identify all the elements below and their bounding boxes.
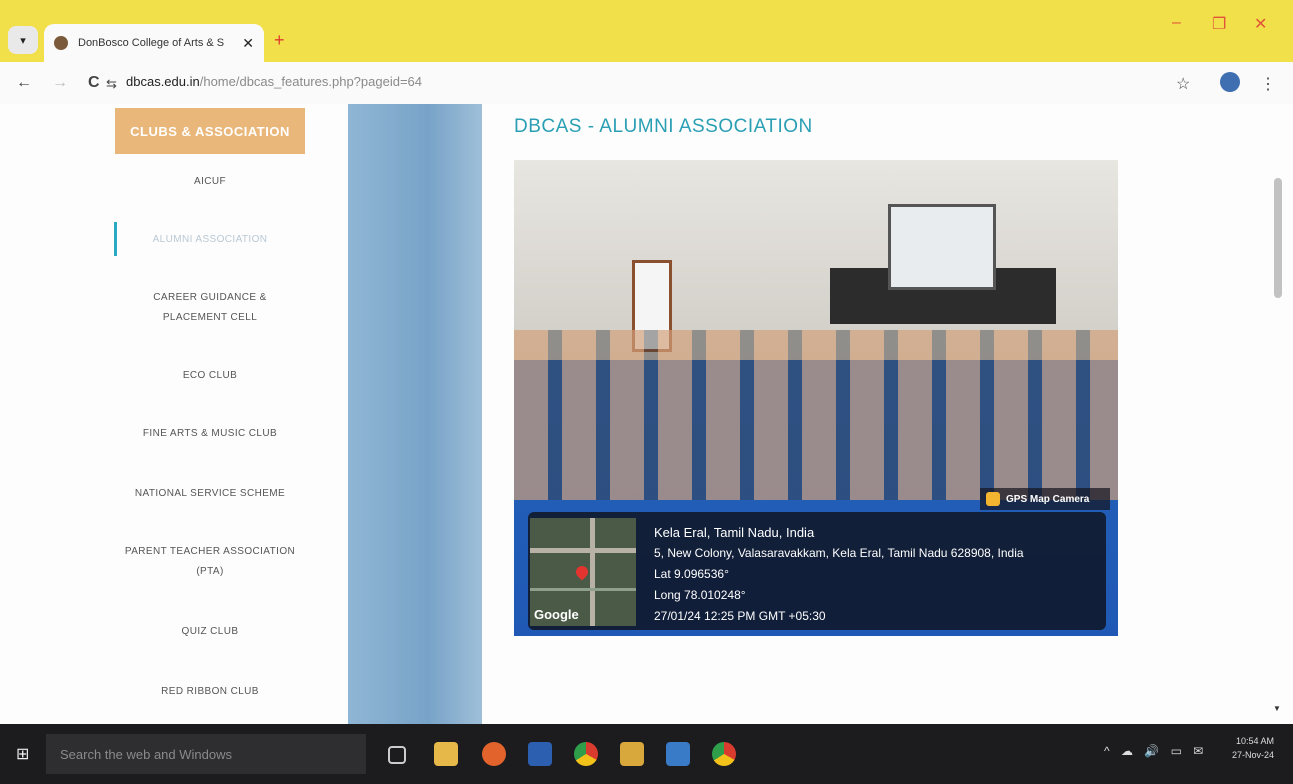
web-page: CLUBS & ASSOCIATION AICUF ALUMNI ASSOCIA…: [0, 104, 1293, 724]
map-road: [530, 548, 636, 553]
sidebar-item-pta[interactable]: PARENT TEACHER ASSOCIATION (PTA): [100, 542, 320, 582]
map-road: [590, 518, 595, 626]
geotag-longitude: Long 78.010248°: [654, 588, 746, 602]
sidebar-item-label: AICUF: [194, 176, 226, 187]
sidebar-item-label: ECO CLUB: [182, 370, 238, 381]
firefox-icon[interactable]: [482, 742, 506, 766]
chevron-down-icon: ▾: [20, 34, 26, 47]
clock-time: 10:54 AM: [1235, 736, 1274, 746]
sidebar-item-label: ALUMNI ASSOCIATION: [152, 234, 268, 245]
minimize-button[interactable]: –: [1172, 14, 1181, 32]
google-map-label: Google: [534, 607, 579, 622]
sidebar-item-label: CAREER GUIDANCE &: [153, 292, 267, 303]
tab-title: DonBosco College of Arts & S: [78, 37, 225, 49]
outlook-icon[interactable]: [666, 742, 690, 766]
gps-camera-badge: GPS Map Camera: [980, 488, 1110, 510]
sidebar-item-eco-club[interactable]: ECO CLUB: [100, 366, 320, 386]
geotag-text: Kela Eral, Tamil Nadu, India 5, New Colo…: [654, 522, 1024, 627]
sidebar-item-label: RED RIBBON CLUB: [161, 686, 259, 697]
geotag-address: 5, New Colony, Valasaravakkam, Kela Eral…: [654, 546, 1024, 560]
browser-title-bar: ▾ DonBosco College of Arts & S ✕ + – ❐ ✕: [0, 0, 1293, 62]
geotag-latitude: Lat 9.096536°: [654, 567, 729, 581]
close-window-button[interactable]: ✕: [1254, 14, 1267, 34]
map-pin-icon: [573, 563, 591, 581]
alumni-event-photo: GPS Map Camera Google Kela Eral, Tamil N…: [514, 160, 1118, 636]
url-host: dbcas.edu.in: [126, 74, 200, 89]
sidebar-item-label: QUIZ CLUB: [181, 626, 239, 637]
taskbar-search-box[interactable]: Search the web and Windows: [46, 734, 366, 774]
sidebar-item-label-line2: (PTA): [196, 566, 224, 577]
tab-search-button[interactable]: ▾: [8, 26, 38, 54]
geotag-info-box: Google Kela Eral, Tamil Nadu, India 5, N…: [528, 512, 1106, 630]
clubs-association-header[interactable]: CLUBS & ASSOCIATION: [115, 108, 305, 154]
sidebar-item-nss[interactable]: NATIONAL SERVICE SCHEME: [100, 484, 320, 504]
reload-button[interactable]: C: [88, 74, 100, 92]
sidebar-item-red-ribbon[interactable]: RED RIBBON CLUB: [100, 682, 320, 702]
geotag-location: Kela Eral, Tamil Nadu, India: [654, 525, 815, 540]
sidebar-item-label-line2: PLACEMENT CELL: [162, 312, 258, 323]
sidebar-item-career-guidance[interactable]: CAREER GUIDANCE & PLACEMENT CELL: [100, 288, 320, 328]
page-scrollbar[interactable]: ▲ ▼: [1272, 104, 1284, 724]
browser-toolbar: ← → C ⇆ dbcas.edu.in/home/dbcas_features…: [0, 62, 1293, 104]
clock-date: 27-Nov-24: [1231, 750, 1274, 760]
new-tab-button[interactable]: +: [274, 30, 285, 51]
photo-projector-screen: [888, 204, 996, 290]
paint-icon[interactable]: [620, 742, 644, 766]
url-path: /home/dbcas_features.php?pageid=64: [199, 74, 422, 89]
photoshop-icon[interactable]: [528, 742, 552, 766]
geotag-datetime: 27/01/24 12:25 PM GMT +05:30: [654, 609, 826, 623]
page-title: DBCAS - ALUMNI ASSOCIATION: [514, 116, 813, 137]
taskbar-clock[interactable]: 10:54 AM 27-Nov-24: [1224, 734, 1274, 762]
windows-start-icon[interactable]: ⊞: [16, 744, 29, 764]
gps-camera-icon: [986, 492, 1000, 506]
site-favicon-icon: [54, 36, 68, 50]
chrome-canary-icon[interactable]: [712, 742, 736, 766]
site-info-icon[interactable]: ⇆: [106, 76, 117, 92]
chrome-icon[interactable]: [574, 742, 598, 766]
address-bar[interactable]: dbcas.edu.in/home/dbcas_features.php?pag…: [126, 74, 422, 89]
gps-camera-label: GPS Map Camera: [1006, 493, 1090, 505]
sidebar-item-aicuf[interactable]: AICUF: [100, 172, 320, 192]
system-tray-icons[interactable]: ^ ☁ 🔊 ▭ ✉: [1104, 744, 1207, 758]
back-button[interactable]: ←: [16, 74, 32, 92]
browser-tab[interactable]: DonBosco College of Arts & S ✕: [44, 24, 264, 62]
tab-close-icon[interactable]: ✕: [242, 35, 254, 52]
bookmark-star-icon[interactable]: ☆: [1176, 74, 1190, 94]
restore-button[interactable]: ❐: [1212, 14, 1226, 34]
file-explorer-icon[interactable]: [434, 742, 458, 766]
mini-map: Google: [530, 518, 636, 626]
scroll-down-arrow-icon[interactable]: ▼: [1273, 704, 1281, 713]
forward-button[interactable]: →: [52, 74, 68, 92]
sidebar-item-label: NATIONAL SERVICE SCHEME: [134, 488, 286, 499]
photo-audience: [514, 330, 1118, 500]
sidebar-item-label: FINE ARTS & MUSIC CLUB: [142, 428, 278, 439]
profile-avatar[interactable]: [1220, 72, 1240, 92]
decorative-blue-strip: [348, 104, 482, 724]
windows-taskbar: ⊞ Search the web and Windows ^ ☁ 🔊 ▭ ✉ 1…: [0, 724, 1293, 784]
scrollbar-thumb[interactable]: [1274, 178, 1282, 298]
browser-menu-icon[interactable]: ⋮: [1260, 74, 1276, 94]
sidebar-item-quiz-club[interactable]: QUIZ CLUB: [100, 622, 320, 642]
task-view-icon[interactable]: [388, 746, 406, 764]
map-road: [530, 588, 636, 591]
sidebar-item-label: PARENT TEACHER ASSOCIATION: [124, 546, 296, 557]
sidebar-item-fine-arts[interactable]: FINE ARTS & MUSIC CLUB: [100, 424, 320, 444]
sidebar-item-alumni-association[interactable]: ALUMNI ASSOCIATION: [100, 230, 320, 250]
sidebar-menu: CLUBS & ASSOCIATION AICUF ALUMNI ASSOCIA…: [100, 104, 320, 724]
